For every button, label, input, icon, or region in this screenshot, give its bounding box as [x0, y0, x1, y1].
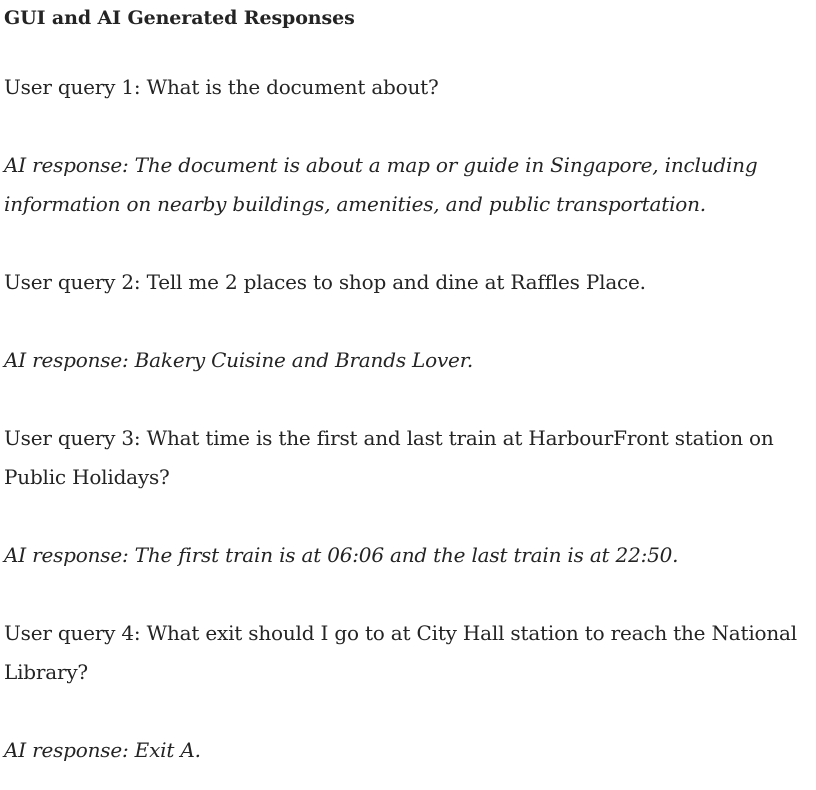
- user-query-4: User query 4: What exit should I go to a…: [4, 621, 797, 684]
- user-query-2: User query 2: Tell me 2 places to shop a…: [4, 270, 646, 294]
- document-heading: GUI and AI Generated Responses: [4, 7, 355, 29]
- ai-response-2: AI response: Bakery Cuisine and Brands L…: [4, 348, 474, 372]
- document-page: GUI and AI Generated Responses User quer…: [0, 0, 816, 790]
- ai-response-3: AI response: The first train is at 06:06…: [4, 543, 679, 567]
- ai-response-1: AI response: The document is about a map…: [4, 153, 758, 216]
- user-query-1: User query 1: What is the document about…: [4, 75, 439, 99]
- ai-response-4: AI response: Exit A.: [4, 738, 201, 762]
- user-query-3: User query 3: What time is the first and…: [4, 426, 774, 489]
